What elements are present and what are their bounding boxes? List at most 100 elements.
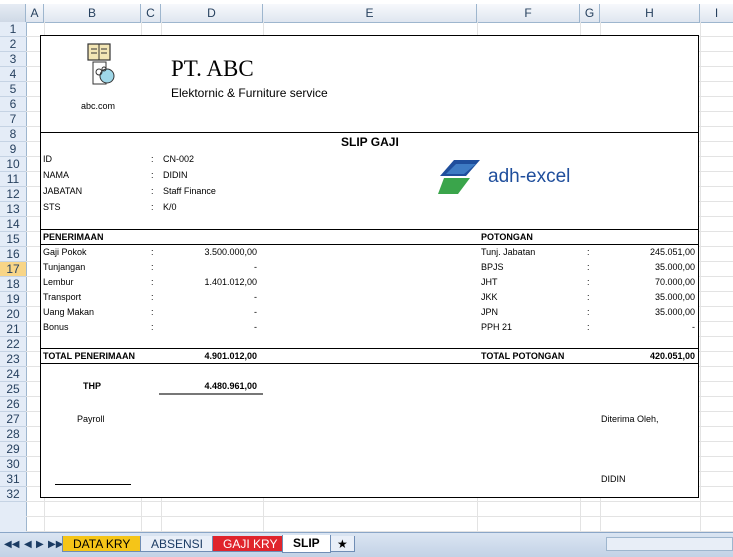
row-header-26[interactable]: 26 (0, 397, 26, 412)
potongan-item-value: 70.000,00 (654, 277, 695, 287)
row-header-9[interactable]: 9 (0, 142, 26, 157)
select-all-corner[interactable] (0, 4, 26, 22)
receiver-label: Diterima Oleh, (601, 414, 659, 424)
row-header-29[interactable]: 29 (0, 442, 26, 457)
row-header-22[interactable]: 22 (0, 337, 26, 352)
employee-name-value: DIDIN (163, 170, 188, 180)
row-header-31[interactable]: 31 (0, 472, 26, 487)
colon: : (151, 202, 154, 212)
total-potongan-label: TOTAL POTONGAN (481, 351, 565, 361)
col-header-a[interactable]: A (26, 4, 44, 22)
row-header-15[interactable]: 15 (0, 232, 26, 247)
potongan-item-label: BPJS (481, 262, 504, 272)
row-header-8[interactable]: 8 (0, 127, 26, 142)
colon: : (151, 154, 154, 164)
first-sheet-icon[interactable]: ◀◀ (4, 539, 19, 550)
row-header-11[interactable]: 11 (0, 172, 26, 187)
row-header-7[interactable]: 7 (0, 112, 26, 127)
col-header-d[interactable]: D (161, 4, 263, 22)
col-header-i[interactable]: I (700, 4, 733, 22)
employee-position-value: Staff Finance (163, 186, 216, 196)
penerimaan-item-value: 3.500.000,00 (204, 247, 257, 257)
penerimaan-item-value: 1.401.012,00 (204, 277, 257, 287)
row-header-27[interactable]: 27 (0, 412, 26, 427)
company-name: PT. ABC (171, 56, 254, 81)
row-header-25[interactable]: 25 (0, 382, 26, 397)
potongan-item-value: - (692, 322, 695, 332)
row-header-23[interactable]: 23 (0, 352, 26, 367)
employee-status-value: K/0 (163, 202, 177, 212)
watermark-text: adh-excel (488, 166, 571, 187)
col-header-g[interactable]: G (580, 4, 600, 22)
row-header-24[interactable]: 24 (0, 367, 26, 382)
potongan-item-value: 35.000,00 (654, 262, 695, 272)
company-logo (85, 42, 119, 88)
row-header-1[interactable]: 1 (0, 22, 26, 37)
insert-sheet-icon[interactable]: ★ (330, 536, 355, 552)
potongan-item-colon: : (587, 262, 590, 272)
horizontal-scrollbar[interactable] (606, 537, 733, 551)
employee-name-label: NAMA (43, 170, 70, 180)
row-header-16[interactable]: 16 (0, 247, 26, 262)
penerimaan-item-colon: : (151, 247, 154, 257)
tab-slip[interactable]: SLIP (282, 535, 331, 553)
next-sheet-icon[interactable]: ▶ (36, 539, 44, 550)
row-header-12[interactable]: 12 (0, 187, 26, 202)
row-header-3[interactable]: 3 (0, 52, 26, 67)
potongan-item-label: PPH 21 (481, 322, 513, 332)
row-header-13[interactable]: 13 (0, 202, 26, 217)
penerimaan-item-colon: : (151, 262, 154, 272)
adh-excel-logo: adh-excel (436, 156, 596, 200)
row-header-10[interactable]: 10 (0, 157, 26, 172)
row-header-30[interactable]: 30 (0, 457, 26, 472)
row-header-5[interactable]: 5 (0, 82, 26, 97)
col-header-b[interactable]: B (44, 4, 141, 22)
tab-data-kry[interactable]: DATA KRY (62, 536, 142, 552)
row-header-32[interactable]: 32 (0, 487, 26, 502)
employee-status-label: STS (43, 202, 61, 212)
thp-value: 4.480.961,00 (204, 381, 257, 391)
prev-sheet-icon[interactable]: ◀ (24, 539, 32, 550)
tab-absensi[interactable]: ABSENSI (140, 536, 215, 552)
potongan-item-label: JHT (481, 277, 498, 287)
row-header-14[interactable]: 14 (0, 217, 26, 232)
penerimaan-item-value: - (254, 307, 257, 317)
penerimaan-item-label: Lembur (43, 277, 74, 287)
potongan-item-colon: : (587, 277, 590, 287)
slip-title: SLIP GAJI (341, 135, 399, 149)
potongan-item-label: Tunj. Jabatan (481, 247, 536, 257)
row-header-18[interactable]: 18 (0, 277, 26, 292)
row-header-21[interactable]: 21 (0, 322, 26, 337)
row-header-20[interactable]: 20 (0, 307, 26, 322)
potongan-item-value: 35.000,00 (654, 292, 695, 302)
penerimaan-item-label: Uang Makan (43, 307, 95, 317)
colon: : (151, 186, 154, 196)
potongan-item-colon: : (587, 292, 590, 302)
potongan-item-colon: : (587, 247, 590, 257)
col-header-f[interactable]: F (477, 4, 580, 22)
penerimaan-item-label: Tunjangan (43, 262, 86, 272)
row-header-28[interactable]: 28 (0, 427, 26, 442)
thp-label: THP (83, 381, 101, 391)
tab-gaji-kry[interactable]: GAJI KRY (212, 536, 289, 552)
column-header-bar: A B C D E F G H I (0, 4, 733, 23)
row-header-2[interactable]: 2 (0, 37, 26, 52)
row-header-17[interactable]: 17 (0, 262, 26, 277)
payroll-label: Payroll (77, 414, 105, 424)
penerimaan-item-colon: : (151, 322, 154, 332)
potongan-item-label: JPN (481, 307, 499, 317)
row-header-4[interactable]: 4 (0, 67, 26, 82)
potongan-item-value: 245.051,00 (649, 247, 695, 257)
row-header-19[interactable]: 19 (0, 292, 26, 307)
penerimaan-item-label: Transport (43, 292, 82, 302)
col-header-h[interactable]: H (600, 4, 700, 22)
col-header-c[interactable]: C (141, 4, 161, 22)
company-tagline: Elektornic & Furniture service (171, 86, 328, 100)
potongan-item-colon: : (587, 307, 590, 317)
col-header-e[interactable]: E (263, 4, 477, 22)
potongan-item-value: 35.000,00 (654, 307, 695, 317)
penerimaan-item-colon: : (151, 277, 154, 287)
total-penerimaan-label: TOTAL PENERIMAAN (43, 351, 136, 361)
row-header-6[interactable]: 6 (0, 97, 26, 112)
adh-excel-logo-icon (438, 160, 480, 194)
